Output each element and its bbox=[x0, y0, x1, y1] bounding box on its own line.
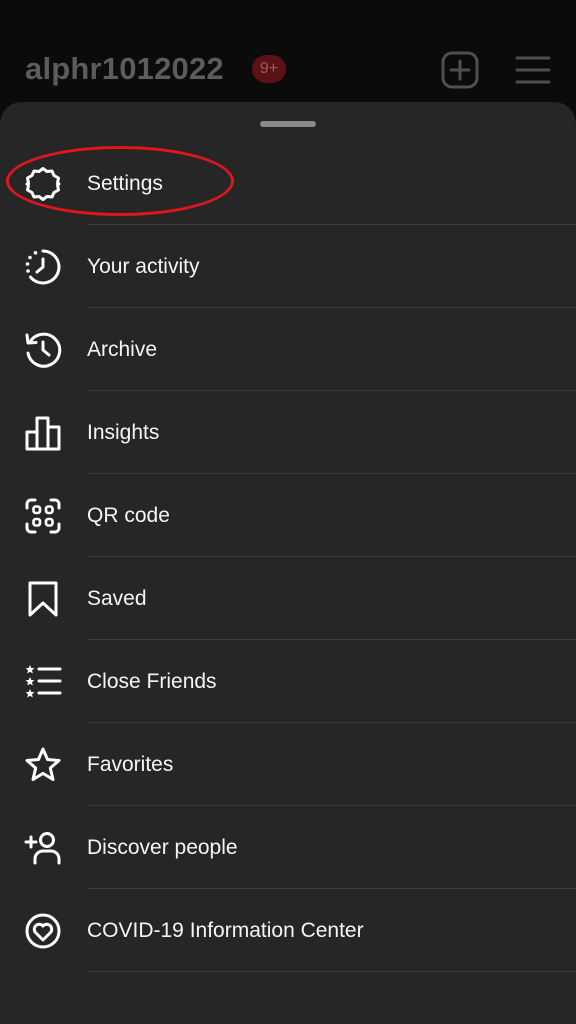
menu-item-label: COVID-19 Information Center bbox=[87, 919, 364, 942]
archive-icon bbox=[24, 331, 62, 369]
bookmark-icon bbox=[24, 580, 62, 618]
menu-item-label: Settings bbox=[87, 172, 163, 195]
hamburger-menu-button[interactable] bbox=[513, 50, 553, 90]
menu-item-discover-people[interactable]: Discover people bbox=[0, 806, 576, 889]
gear-icon bbox=[24, 165, 62, 203]
insights-icon bbox=[24, 414, 62, 452]
menu-item-label: Favorites bbox=[87, 753, 174, 776]
heart-location-icon bbox=[24, 912, 62, 950]
hamburger-icon bbox=[515, 56, 551, 84]
menu-item-your-activity[interactable]: Your activity bbox=[0, 225, 576, 308]
star-icon bbox=[24, 746, 62, 784]
create-post-button[interactable] bbox=[440, 50, 480, 90]
menu-list: Settings Your activity Archive Insights … bbox=[0, 142, 576, 972]
menu-item-favorites[interactable]: Favorites bbox=[0, 723, 576, 806]
menu-item-label: Archive bbox=[87, 338, 158, 361]
menu-item-covid-info-center[interactable]: COVID-19 Information Center bbox=[0, 889, 576, 972]
add-person-icon bbox=[24, 829, 62, 867]
profile-header: alphr1012022 9+ bbox=[0, 0, 576, 110]
sheet-grabber[interactable] bbox=[260, 121, 316, 127]
menu-item-label: Your activity bbox=[87, 255, 200, 278]
menu-item-archive[interactable]: Archive bbox=[0, 308, 576, 391]
menu-item-settings[interactable]: Settings bbox=[0, 142, 576, 225]
menu-item-label: Insights bbox=[87, 421, 160, 444]
menu-item-label: Close Friends bbox=[87, 670, 217, 693]
username[interactable]: alphr1012022 bbox=[25, 50, 224, 88]
menu-item-label: QR code bbox=[87, 504, 170, 527]
notification-badge: 9+ bbox=[252, 55, 286, 83]
divider bbox=[87, 971, 576, 972]
qr-code-icon bbox=[24, 497, 62, 535]
menu-sheet: Settings Your activity Archive Insights … bbox=[0, 102, 576, 1024]
menu-item-close-friends[interactable]: Close Friends bbox=[0, 640, 576, 723]
menu-item-label: Saved bbox=[87, 587, 147, 610]
app: alphr1012022 9+ Settings Your activity A… bbox=[0, 0, 576, 1024]
menu-item-insights[interactable]: Insights bbox=[0, 391, 576, 474]
menu-item-saved[interactable]: Saved bbox=[0, 557, 576, 640]
plus-square-icon bbox=[441, 51, 479, 89]
activity-icon bbox=[24, 248, 62, 286]
menu-item-label: Discover people bbox=[87, 836, 238, 859]
close-friends-icon bbox=[24, 663, 62, 701]
menu-item-qr-code[interactable]: QR code bbox=[0, 474, 576, 557]
